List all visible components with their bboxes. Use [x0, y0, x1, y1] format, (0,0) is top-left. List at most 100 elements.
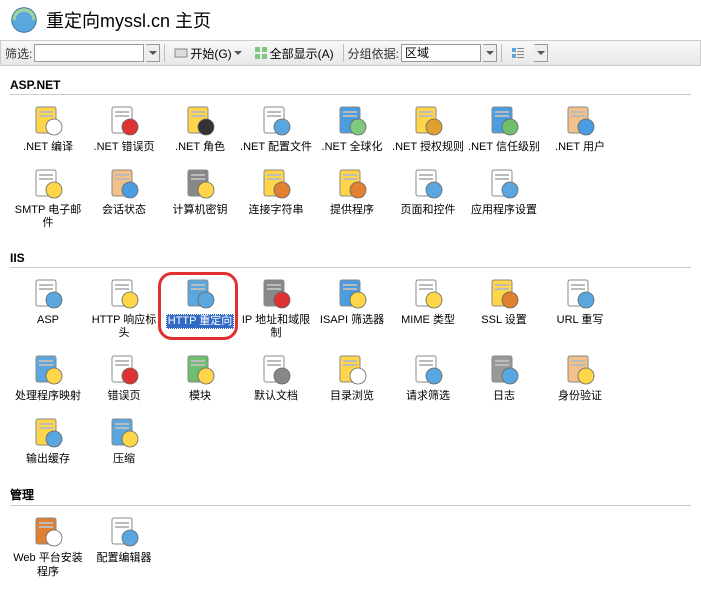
feature-default-doc[interactable]: 默认文档 — [238, 352, 314, 403]
feature-label: 提供程序 — [330, 204, 374, 217]
feature-label: HTTP 重定向 — [166, 314, 235, 329]
compression-icon — [106, 415, 142, 451]
feature-label: 日志 — [493, 390, 515, 403]
feature-http-response[interactable]: HTTP 响应标头 — [86, 276, 162, 340]
feature-net-users[interactable]: .NET 用户 — [542, 103, 618, 154]
feature-net-config[interactable]: .NET 配置文件 — [238, 103, 314, 154]
url-rewrite-icon — [562, 276, 598, 312]
feature-config-editor[interactable]: 配置编辑器 — [86, 514, 162, 578]
feature-http-redirect[interactable]: HTTP 重定向 — [162, 276, 238, 340]
group-by-dropdown[interactable] — [483, 44, 497, 62]
feature-label: 目录浏览 — [330, 390, 374, 403]
feature-asp[interactable]: ASP — [10, 276, 86, 340]
net-global-icon — [334, 103, 370, 139]
feature-request-filter[interactable]: 请求筛选 — [390, 352, 466, 403]
view-mode-button[interactable] — [506, 43, 532, 63]
feature-label: 压缩 — [113, 453, 135, 466]
feature-net-compile[interactable]: .NET 编译 — [10, 103, 86, 154]
start-button[interactable]: 开始(G) — [169, 43, 246, 63]
feature-machine-key[interactable]: 计算机密钥 — [162, 166, 238, 230]
feature-label: 错误页 — [108, 390, 141, 403]
show-all-button[interactable]: 全部显示(A) — [249, 43, 339, 63]
auth-icon — [562, 352, 598, 388]
isapi-filters-icon — [334, 276, 370, 312]
net-roles-icon — [182, 103, 218, 139]
feature-web-platform[interactable]: Web 平台安装程序 — [10, 514, 86, 578]
show-all-icon — [254, 46, 268, 60]
feature-label: ISAPI 筛选器 — [320, 314, 384, 327]
feature-dir-browse[interactable]: 目录浏览 — [314, 352, 390, 403]
net-config-icon — [258, 103, 294, 139]
app-settings-icon — [486, 166, 522, 202]
config-editor-icon — [106, 514, 142, 550]
machine-key-icon — [182, 166, 218, 202]
error-pages-icon — [106, 352, 142, 388]
net-trust-icon — [486, 103, 522, 139]
toolbar: 筛选: 开始(G) 全部显示(A) 分组依据: 区域 — [0, 40, 701, 66]
feature-label: .NET 编译 — [23, 141, 73, 154]
feature-label: .NET 配置文件 — [240, 141, 312, 154]
feature-providers[interactable]: 提供程序 — [314, 166, 390, 230]
feature-label: 默认文档 — [254, 390, 298, 403]
feature-modules[interactable]: 模块 — [162, 352, 238, 403]
feature-net-global[interactable]: .NET 全球化 — [314, 103, 390, 154]
feature-auth[interactable]: 身份验证 — [542, 352, 618, 403]
feature-label: SSL 设置 — [481, 314, 526, 327]
feature-net-errorpages[interactable]: .NET 错误页 — [86, 103, 162, 154]
feature-ip-domain[interactable]: IP 地址和域限制 — [238, 276, 314, 340]
content-area: ASP.NET .NET 编译 .NET 错误页 .NET 角色 .NET 配置… — [0, 66, 701, 611]
net-errorpages-icon — [106, 103, 142, 139]
feature-smtp[interactable]: SMTP 电子邮件 — [10, 166, 86, 230]
filter-dropdown[interactable] — [146, 44, 160, 62]
feature-isapi-filters[interactable]: ISAPI 筛选器 — [314, 276, 390, 340]
feature-label: .NET 错误页 — [94, 141, 155, 154]
feature-handler-map[interactable]: 处理程序映射 — [10, 352, 86, 403]
feature-compression[interactable]: 压缩 — [86, 415, 162, 466]
feature-ssl[interactable]: SSL 设置 — [466, 276, 542, 340]
net-compile-icon — [30, 103, 66, 139]
logging-icon — [486, 352, 522, 388]
providers-icon — [334, 166, 370, 202]
feature-mime[interactable]: MIME 类型 — [390, 276, 466, 340]
ssl-icon — [486, 276, 522, 312]
feature-net-roles[interactable]: .NET 角色 — [162, 103, 238, 154]
feature-label: Web 平台安装程序 — [12, 552, 84, 578]
feature-label: .NET 授权规则 — [392, 141, 464, 154]
feature-label: 页面和控件 — [401, 204, 456, 217]
smtp-icon — [30, 166, 66, 202]
feature-logging[interactable]: 日志 — [466, 352, 542, 403]
modules-icon — [182, 352, 218, 388]
feature-label: IP 地址和域限制 — [240, 314, 312, 340]
feature-label: 输出缓存 — [26, 453, 70, 466]
feature-pages-controls[interactable]: 页面和控件 — [390, 166, 466, 230]
feature-session-state[interactable]: 会话状态 — [86, 166, 162, 230]
feature-net-authrules[interactable]: .NET 授权规则 — [390, 103, 466, 154]
globe-icon — [10, 6, 38, 34]
filter-label: 筛选: — [5, 45, 32, 62]
feature-output-cache[interactable]: 输出缓存 — [10, 415, 86, 466]
section-title-iis: IIS — [10, 251, 691, 265]
pages-controls-icon — [410, 166, 446, 202]
session-state-icon — [106, 166, 142, 202]
feature-label: 身份验证 — [558, 390, 602, 403]
feature-error-pages[interactable]: 错误页 — [86, 352, 162, 403]
feature-label: 应用程序设置 — [471, 204, 537, 217]
handler-map-icon — [30, 352, 66, 388]
http-response-icon — [106, 276, 142, 312]
dir-browse-icon — [334, 352, 370, 388]
default-doc-icon — [258, 352, 294, 388]
feature-label: .NET 信任级别 — [468, 141, 540, 154]
feature-conn-strings[interactable]: 连接字符串 — [238, 166, 314, 230]
feature-label: 处理程序映射 — [15, 390, 81, 403]
feature-label: HTTP 响应标头 — [88, 314, 160, 340]
mime-icon — [410, 276, 446, 312]
group-by-select[interactable]: 区域 — [401, 44, 481, 62]
feature-label: 请求筛选 — [406, 390, 450, 403]
feature-net-trust[interactable]: .NET 信任级别 — [466, 103, 542, 154]
section-iis: IIS ASP HTTP 响应标头 HTTP 重定向 IP 地址和域限制 ISA… — [10, 251, 691, 479]
feature-url-rewrite[interactable]: URL 重写 — [542, 276, 618, 340]
feature-app-settings[interactable]: 应用程序设置 — [466, 166, 542, 230]
view-mode-dropdown[interactable] — [534, 44, 548, 62]
filter-input[interactable] — [34, 44, 144, 62]
web-platform-icon — [30, 514, 66, 550]
